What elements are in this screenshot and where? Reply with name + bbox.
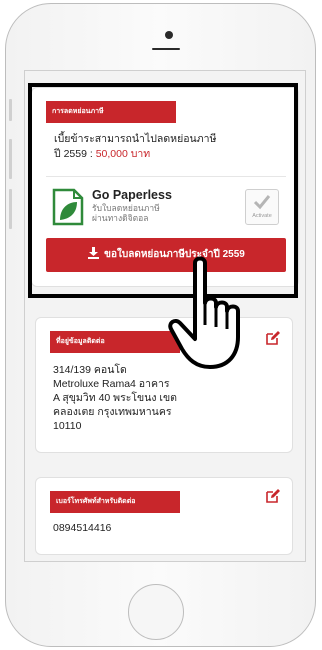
contact-address-card: ที่อยู่ข้อมูลติดต่อ 314/139 คอนโด Metrol… xyxy=(35,317,293,453)
download-icon xyxy=(88,247,100,260)
edit-icon[interactable] xyxy=(265,488,281,504)
tax-year-label: ปี 2559 : xyxy=(54,148,96,160)
pointing-hand-icon xyxy=(168,256,240,369)
divider xyxy=(46,176,286,177)
address-line: A สุขุมวิท 40 พระโขนง เขต xyxy=(53,392,178,404)
side-button xyxy=(9,99,12,121)
paperless-title: Go Paperless xyxy=(92,188,172,202)
tax-deduction-text: เบี้ยข้าระสามารถนำไปลดหย่อนภาษี xyxy=(54,133,217,145)
paperless-subtitle-1: รับใบลดหย่อนภาษี xyxy=(92,203,160,213)
side-button xyxy=(9,189,12,229)
contact-phone-tag: เบอร์โทรศัพท์สำหรับติดต่อ xyxy=(50,491,180,513)
activate-label: Activate xyxy=(252,213,272,219)
tax-year-line: ปี 2559 : 50,000 บาท xyxy=(54,147,150,161)
address-line: Metroluxe Rama4 อาคาร xyxy=(53,378,170,390)
tax-deduction-tag: การลดหย่อนภาษี xyxy=(46,101,176,123)
app-screen: การลดหย่อนภาษี เบี้ยข้าระสามารถนำไปลดหย่… xyxy=(24,70,306,562)
side-button xyxy=(9,139,12,179)
tax-amount: 50,000 บาท xyxy=(95,148,151,160)
speaker xyxy=(152,48,180,50)
check-icon xyxy=(253,195,271,210)
home-button[interactable] xyxy=(128,584,184,640)
address-line: คลองเตย กรุงเทพมหานคร xyxy=(53,406,172,418)
tax-deduction-card: การลดหย่อนภาษี เบี้ยข้าระสามารถนำไปลดหย่… xyxy=(31,87,299,287)
edit-icon[interactable] xyxy=(265,330,281,346)
address-line: 10110 xyxy=(53,420,82,432)
document-leaf-icon xyxy=(52,188,84,226)
contact-phone-card: เบอร์โทรศัพท์สำหรับติดต่อ 0894514416 xyxy=(35,477,293,555)
contact-address-tag: ที่อยู่ข้อมูลติดต่อ xyxy=(50,331,180,353)
activate-toggle[interactable]: Activate xyxy=(245,189,279,225)
paperless-subtitle-2: ผ่านทางดิจิตอล xyxy=(92,213,149,223)
address-line: 314/139 คอนโด xyxy=(53,364,127,376)
camera xyxy=(165,31,173,39)
phone-number: 0894514416 xyxy=(53,522,112,534)
